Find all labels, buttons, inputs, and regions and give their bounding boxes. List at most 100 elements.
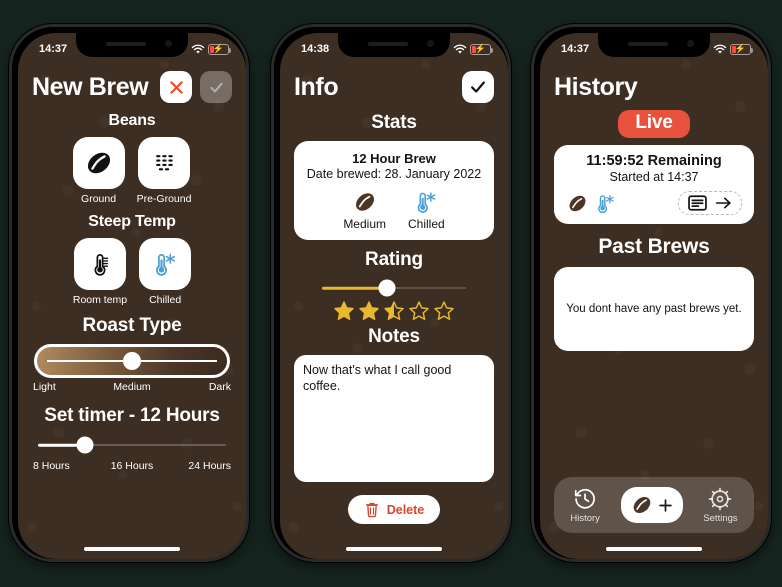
- beans-option-ground-label: Ground: [81, 193, 117, 205]
- beans-option-preground-label: Pre-Ground: [136, 193, 192, 205]
- beans-option-ground[interactable]: Ground: [72, 137, 125, 205]
- confirm-button[interactable]: [462, 71, 494, 103]
- content-info: Info Stats 12 Hour Brew Date brewed: 28.…: [280, 60, 508, 559]
- brew-date: Date brewed: 28. January 2022: [306, 167, 482, 181]
- thermometer-snowflake-icon: [156, 253, 176, 276]
- attribute-temp-label: Chilled: [408, 217, 445, 231]
- home-indicator[interactable]: [606, 547, 702, 551]
- navigation-bar: History: [554, 60, 754, 106]
- status-time: 14:37: [39, 43, 68, 55]
- started-at: Started at 14:37: [609, 170, 699, 184]
- screen-new-brew: 14:37 ⚡ New Brew Beans Ground Pre-Ground…: [18, 33, 246, 559]
- wifi-icon: [453, 44, 467, 54]
- battery-charging-icon: ⚡: [208, 43, 231, 55]
- home-indicator[interactable]: [346, 547, 442, 551]
- phone-history: 14:37 ⚡ History Live 11:59:52 Remaining …: [531, 24, 771, 562]
- beans-options: Ground Pre-Ground: [32, 137, 232, 205]
- beans-option-ground-tile[interactable]: [72, 137, 125, 189]
- earpiece-speaker: [106, 42, 146, 46]
- notes-section-title: Notes: [368, 326, 420, 347]
- checkmark-icon: [471, 81, 485, 93]
- coffee-grounds-icon: [156, 155, 173, 171]
- star-icon[interactable]: [408, 300, 430, 322]
- coffee-bean-plus-icon: [633, 496, 651, 514]
- tab-settings[interactable]: Settings: [703, 487, 738, 524]
- star-icon[interactable]: [383, 300, 405, 322]
- nav-buttons: [160, 71, 232, 103]
- timer-slider-knob[interactable]: [76, 436, 94, 454]
- live-row: Live: [554, 110, 754, 138]
- phone-new-brew: 14:37 ⚡ New Brew Beans Ground Pre-Ground…: [9, 24, 249, 562]
- status-time: 14:38: [301, 43, 330, 55]
- open-brew-button[interactable]: [678, 191, 742, 215]
- wifi-icon: [713, 44, 727, 54]
- empty-state-text: You dont have any past brews yet.: [566, 303, 742, 315]
- page-title: New Brew: [32, 72, 149, 101]
- status-indicators: ⚡: [191, 43, 231, 55]
- rating-section-title: Rating: [365, 249, 423, 270]
- thermometer-icon: [94, 253, 109, 276]
- tab-bar: History Settings: [554, 477, 754, 533]
- steeptemp-option-room[interactable]: Room temp: [73, 238, 127, 306]
- checkmark-icon: [209, 82, 223, 92]
- steeptemp-option-chilled-label: Chilled: [149, 294, 182, 306]
- tab-history-label: History: [570, 512, 600, 524]
- beans-option-preground-tile[interactable]: [137, 137, 190, 189]
- tab-history[interactable]: History: [570, 487, 600, 524]
- navigation-bar: Info: [294, 60, 494, 106]
- rating-slider-knob[interactable]: [378, 279, 396, 297]
- time-remaining: 11:59:52 Remaining: [586, 153, 722, 169]
- stats-section-title: Stats: [371, 112, 417, 133]
- rating-stars[interactable]: [294, 300, 494, 322]
- steeptemp-option-room-tile[interactable]: [74, 238, 126, 290]
- screenshot-stage: 14:37 ⚡ New Brew Beans Ground Pre-Ground…: [0, 0, 782, 587]
- timer-slider[interactable]: [38, 435, 226, 455]
- star-icon[interactable]: [433, 300, 455, 322]
- front-camera: [687, 40, 694, 47]
- gear-icon: [709, 487, 732, 510]
- notes-input[interactable]: Now that's what I call good coffee.: [294, 355, 494, 482]
- attribute-roast-label: Medium: [343, 217, 386, 231]
- roast-label-dark: Dark: [208, 381, 231, 393]
- steeptemp-option-chilled-tile[interactable]: [139, 238, 192, 290]
- coffee-bean-icon: [355, 193, 374, 211]
- phone-info: 14:38 ⚡ Info Stats 12 Hour Brew Date bre…: [271, 24, 511, 562]
- page-title: Info: [294, 72, 339, 101]
- roast-type-slider[interactable]: [34, 344, 230, 378]
- stats-card: 12 Hour Brew Date brewed: 28. January 20…: [294, 141, 494, 240]
- status-indicators: ⚡: [453, 43, 493, 55]
- star-icon[interactable]: [358, 300, 380, 322]
- beans-option-preground[interactable]: Pre-Ground: [136, 137, 192, 205]
- delete-button[interactable]: Delete: [347, 495, 441, 524]
- rating-slider[interactable]: [322, 278, 466, 298]
- active-brew-card[interactable]: 11:59:52 Remaining Started at 14:37: [554, 145, 754, 224]
- brew-name: 12 Hour Brew: [352, 151, 436, 166]
- battery-charging-icon: ⚡: [730, 43, 753, 55]
- close-x-icon: [169, 80, 183, 94]
- attribute-roast: Medium: [343, 189, 386, 231]
- content-new-brew: New Brew Beans Ground Pre-Ground Steep T…: [18, 60, 246, 559]
- steeptemp-section-title: Steep Temp: [88, 213, 176, 230]
- plus-icon: [659, 498, 672, 512]
- rating-slider-fill: [322, 286, 387, 290]
- front-camera: [165, 40, 172, 47]
- roast-section-title: Roast Type: [82, 315, 182, 336]
- trash-icon: [365, 502, 378, 518]
- steeptemp-options: Room temp Chilled: [32, 238, 232, 306]
- roast-slider-knob[interactable]: [123, 352, 141, 370]
- close-button[interactable]: [160, 71, 192, 103]
- navigation-bar: New Brew: [32, 60, 232, 106]
- coffee-bean-icon: [569, 195, 586, 211]
- notes-card-icon: [688, 195, 707, 211]
- star-icon[interactable]: [333, 300, 355, 322]
- brew-attributes: Medium Chilled: [302, 189, 486, 231]
- clock-history-icon: [575, 488, 596, 509]
- delete-button-label: Delete: [386, 502, 425, 517]
- home-indicator[interactable]: [84, 547, 180, 551]
- steeptemp-option-chilled[interactable]: Chilled: [139, 238, 192, 306]
- tab-add-brew[interactable]: [620, 487, 683, 523]
- roast-slider-labels: Light Medium Dark: [32, 381, 232, 393]
- confirm-button[interactable]: [200, 71, 232, 103]
- thermometer-snowflake-icon: [598, 194, 614, 213]
- beans-section-title: Beans: [108, 112, 156, 129]
